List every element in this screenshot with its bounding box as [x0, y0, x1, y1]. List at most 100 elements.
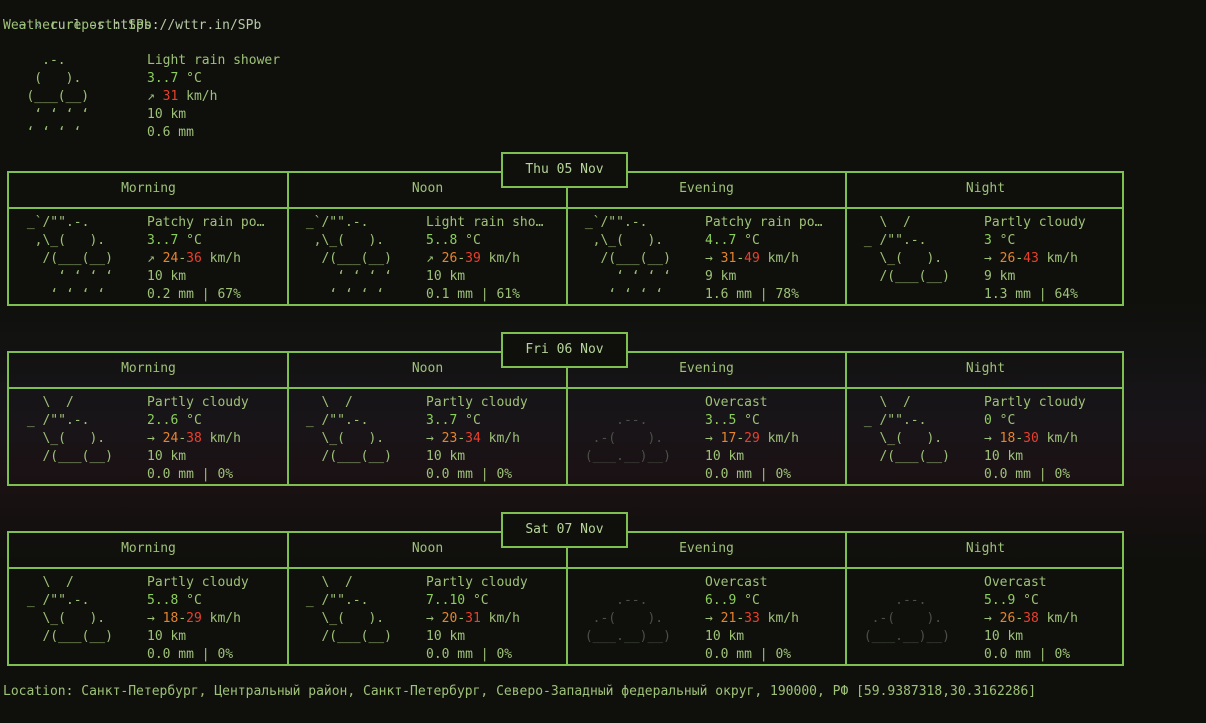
weather-info: Overcast 3..5 °C → 17-29 km/h 10 km 0.0 mm |…	[705, 394, 799, 484]
wind: → 31-49 km/h	[705, 251, 799, 266]
forecast-day-table: Morning Noon Evening Night \ / _ /"".-. \_(…	[7, 351, 1124, 486]
precipitation: 0.0 mm | 0%	[147, 467, 234, 482]
current-wind: ↗ 31 km/h	[147, 88, 280, 106]
condition-text: Partly cloudy	[984, 395, 1086, 410]
temperature: 7..10 °C	[426, 592, 528, 610]
wind: → 24-38 km/h	[147, 431, 241, 446]
day-date-label: Sat 07 Nov	[501, 512, 628, 548]
wind: → 17-29 km/h	[705, 431, 799, 446]
temperature: 5..8 °C	[426, 232, 543, 250]
forecast-cell: \ / _ /"".-. \_( ). /(___(__) Partly clo…	[9, 389, 288, 486]
wind-min: 18	[162, 611, 179, 626]
current-wind-value: 31	[162, 89, 179, 104]
temperature-value: 6..9	[705, 593, 737, 608]
temp-unit: °C	[744, 593, 760, 608]
weather-art: \ / _ /"".-. \_( ). /(___(__)	[305, 395, 392, 464]
forecast-cell: _`/"".-. ,\_( ). /(___(__) ‘ ‘ ‘ ‘ ‘ ‘ ‘…	[288, 209, 567, 306]
wind-unit: km/h	[767, 431, 799, 446]
weather-art: \ / _ /"".-. \_( ). /(___(__)	[26, 575, 113, 644]
wind-unit: km/h	[488, 611, 520, 626]
visibility: 10 km	[705, 449, 745, 464]
wind-direction-icon: ↗	[147, 251, 155, 266]
precipitation: 0.0 mm | 0%	[426, 647, 513, 662]
wind-max: 38	[1023, 611, 1039, 626]
wind-min: 26	[999, 251, 1016, 266]
weather-art: \ / _ /"".-. \_( ). /(___(__)	[863, 395, 950, 464]
temperature-value: 5..9	[984, 593, 1016, 608]
temperature: 3..7 °C	[426, 412, 528, 430]
current-condition: Light rain shower	[147, 53, 281, 68]
temperature-value: 3	[984, 233, 992, 248]
forecast-cell: .--. .-( ). (___.__)__) Overcast 3..5 °C →…	[567, 389, 846, 486]
column-header-morning: Morning	[121, 361, 176, 376]
forecast-cell: \ / _ /"".-. \_( ). /(___(__) Partly clo…	[846, 209, 1125, 306]
wind-min: 20	[441, 611, 458, 626]
forecast-cell: \ / _ /"".-. \_( ). /(___(__) Partly clo…	[846, 389, 1125, 486]
wind-unit: km/h	[209, 611, 241, 626]
weather-info: Partly cloudy 7..10 °C → 20-31 km/h 10 km 0.…	[426, 574, 528, 664]
temp-unit: °C	[186, 233, 202, 248]
forecast-cell: _`/"".-. ,\_( ). /(___(__) ‘ ‘ ‘ ‘ ‘ ‘ ‘…	[567, 209, 846, 306]
wind: → 26-38 km/h	[984, 611, 1078, 626]
temp-unit: °C	[186, 413, 202, 428]
wind-unit: km/h	[1046, 611, 1078, 626]
precipitation: 0.0 mm | 0%	[984, 467, 1071, 482]
weather-art: \ / _ /"".-. \_( ). /(___(__)	[305, 575, 392, 644]
wind-direction-icon: →	[705, 251, 713, 266]
condition-text: Partly cloudy	[147, 395, 249, 410]
wind-max: 38	[186, 431, 202, 446]
wind-min: 23	[441, 431, 458, 446]
wind-max: 34	[465, 431, 481, 446]
temp-unit: °C	[1023, 593, 1039, 608]
weather-info: Partly cloudy 2..6 °C → 24-38 km/h 10 km 0.0…	[147, 394, 249, 484]
temp-unit: °C	[465, 233, 481, 248]
wind-unit: km/h	[186, 89, 218, 104]
column-header-night: Night	[965, 541, 1006, 556]
weather-art: _`/"".-. ,\_( ). /(___(__) ‘ ‘ ‘ ‘ ‘ ‘ ‘…	[26, 215, 113, 302]
visibility: 10 km	[984, 629, 1024, 644]
condition-text: Overcast	[705, 395, 768, 410]
temperature: 5..8 °C	[147, 592, 249, 610]
weather-info: Partly cloudy 0 °C → 18-30 km/h 10 km 0.0 mm…	[984, 394, 1086, 484]
temperature: 4..7 °C	[705, 232, 822, 250]
wind-direction-icon: ↗	[147, 89, 155, 104]
temperature: 0 °C	[984, 412, 1086, 430]
condition-text: Light rain sho…	[426, 215, 544, 230]
precipitation: 0.0 mm | 0%	[147, 647, 234, 662]
condition-text: Patchy rain po…	[705, 215, 823, 230]
visibility: 9 km	[705, 269, 737, 284]
condition-text: Partly cloudy	[984, 215, 1086, 230]
temperature-value: 2..6	[147, 413, 179, 428]
current-precipitation: 0.6 mm	[147, 125, 194, 140]
wind-direction-icon: →	[984, 431, 992, 446]
day-date-label: Fri 06 Nov	[501, 332, 628, 368]
temp-unit: °C	[999, 233, 1016, 248]
temperature: 3..5 °C	[705, 412, 799, 430]
weather-info: Patchy rain po… 4..7 °C → 31-49 km/h 9 km 1.…	[705, 214, 822, 304]
column-header-night: Night	[965, 361, 1006, 376]
current-weather-info: Light rain shower 3..7 °C ↗ 31 km/h 10 km 0.…	[147, 52, 280, 142]
day-date-label: Thu 05 Nov	[501, 152, 628, 188]
column-header-morning: Morning	[121, 181, 176, 196]
temp-unit: °C	[744, 413, 760, 428]
visibility: 10 km	[426, 629, 466, 644]
current-temp-value: 3..7	[147, 71, 179, 86]
weather-art: .--. .-( ). (___.__)__)	[584, 413, 671, 464]
wind-direction-icon: →	[705, 431, 713, 446]
wind-min: 18	[999, 431, 1016, 446]
temperature-value: 5..8	[147, 593, 179, 608]
wind-unit: km/h	[488, 251, 520, 266]
precipitation: 1.6 mm | 78%	[705, 287, 799, 302]
precipitation: 0.0 mm | 0%	[984, 647, 1071, 662]
temperature: 6..9 °C	[705, 592, 799, 610]
wind: → 21-33 km/h	[705, 611, 799, 626]
temperature: 3 °C	[984, 232, 1086, 250]
precipitation: 0.0 mm | 0%	[426, 467, 513, 482]
wind-min: 21	[720, 611, 737, 626]
weather-art: \ / _ /"".-. \_( ). /(___(__)	[863, 215, 950, 284]
wind-direction-icon: →	[705, 611, 713, 626]
current-weather-art: .-. ( ). (___(__) ‘ ‘ ‘ ‘ ‘ ‘ ‘ ‘	[26, 53, 90, 140]
forecast-day-table: Morning Noon Evening Night \ / _ /"".-. \_(…	[7, 531, 1124, 666]
weather-info: Partly cloudy 3..7 °C → 23-34 km/h 10 km 0.0…	[426, 394, 528, 484]
visibility: 10 km	[147, 449, 187, 464]
